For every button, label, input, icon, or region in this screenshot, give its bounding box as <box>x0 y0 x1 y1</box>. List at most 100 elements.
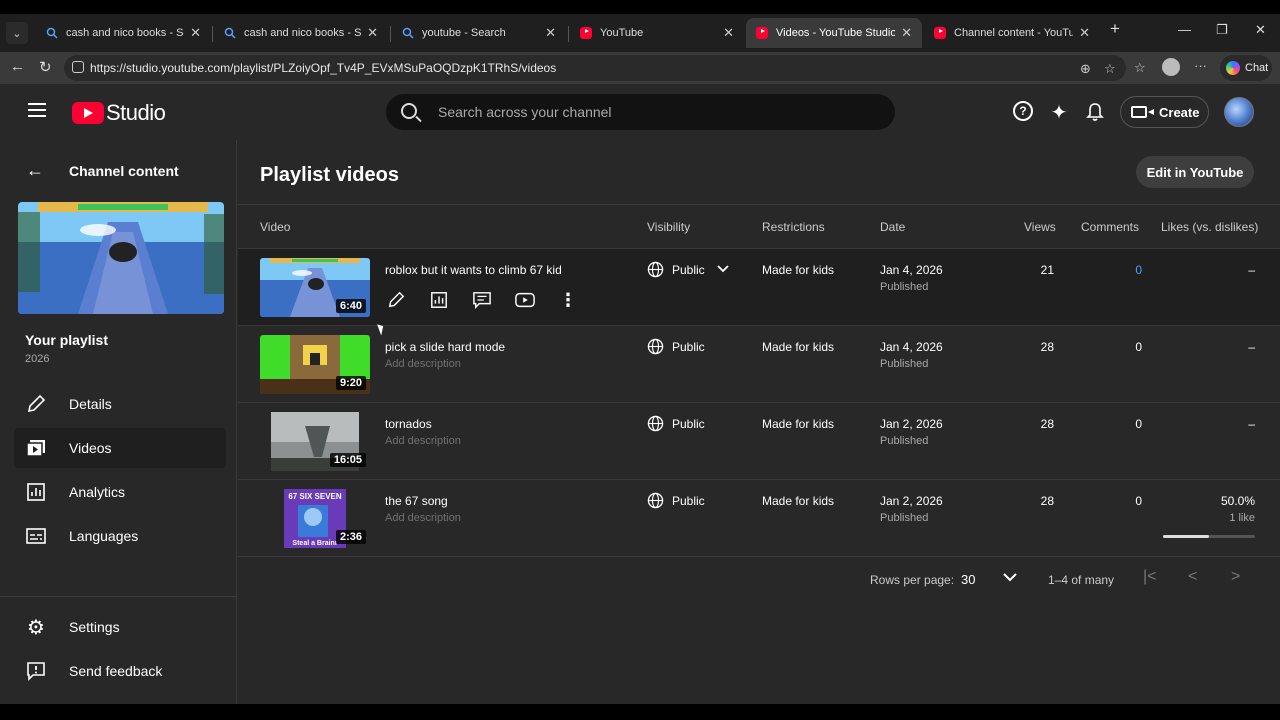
close-icon[interactable]: ✕ <box>723 25 734 41</box>
comments-icon[interactable] <box>471 289 493 311</box>
likes-value: – <box>1248 340 1255 354</box>
avatar[interactable] <box>1224 97 1254 127</box>
browser-tab[interactable]: Channel content - YouTube Studio ✕ <box>924 18 1100 48</box>
tab-actions-menu-icon[interactable]: ⌄ <box>6 22 28 44</box>
next-page-icon[interactable]: > <box>1231 568 1240 586</box>
favorite-star-icon[interactable]: ☆ <box>1104 61 1116 77</box>
video-title[interactable]: tornados <box>385 417 432 431</box>
table-row[interactable]: 16:05 tornados Add description Public Ma… <box>238 403 1280 480</box>
thumbnail-caption-bottom: Steal a Brainr <box>292 540 337 547</box>
menu-icon[interactable] <box>28 103 46 117</box>
help-icon[interactable]: ? <box>1013 101 1033 121</box>
column-header[interactable]: Likes (vs. dislikes) <box>1161 220 1258 234</box>
close-icon[interactable]: ✕ <box>545 25 556 41</box>
video-date-status: Published <box>880 358 929 370</box>
video-date-status: Published <box>880 281 929 293</box>
browser-tab[interactable]: cash and nico books - Search ✕ <box>36 18 211 48</box>
search-icon <box>224 27 236 39</box>
back-to-channel-content[interactable]: ← Channel content <box>26 160 179 181</box>
zoom-icon[interactable]: ⊕ <box>1080 61 1091 77</box>
url-field[interactable]: https://studio.youtube.com/playlist/PLZo… <box>64 55 1126 81</box>
video-description[interactable]: Add description <box>385 358 461 370</box>
video-actions: ⋮ <box>385 289 600 311</box>
comments-count: 0 <box>1135 494 1142 508</box>
views-count: 28 <box>1040 340 1054 354</box>
video-title[interactable]: the 67 song <box>385 494 448 508</box>
visibility-dropdown[interactable]: Public <box>647 261 729 278</box>
tab-label: cash and nico books - Search <box>244 27 362 39</box>
page-range: 1–4 of many <box>1048 573 1115 587</box>
close-icon[interactable]: ✕ <box>367 25 378 41</box>
previous-page-icon[interactable]: < <box>1188 568 1197 586</box>
first-page-icon[interactable]: |< <box>1143 568 1157 586</box>
close-icon[interactable]: ✕ <box>901 25 912 41</box>
site-info-icon[interactable] <box>72 61 84 73</box>
more-options-icon[interactable]: ··· <box>1194 58 1207 73</box>
restore-icon[interactable]: ❐ <box>1216 22 1228 38</box>
create-video-icon <box>1131 106 1154 118</box>
create-button[interactable]: Create <box>1120 96 1209 128</box>
table-row[interactable]: 6:40 roblox but it wants to climb 67 kid… <box>238 249 1280 326</box>
sidebar-item-analytics[interactable]: Analytics <box>14 472 226 512</box>
copilot-chat-button[interactable]: Chat <box>1220 55 1272 81</box>
video-thumbnail[interactable]: 6:40 <box>260 258 370 317</box>
refresh-icon[interactable]: ↻ <box>39 58 52 76</box>
video-thumbnail[interactable]: 67 SIX SEVEN Steal a Brainr 2:36 <box>260 489 370 548</box>
close-icon[interactable]: ✕ <box>1079 25 1090 41</box>
video-title[interactable]: pick a slide hard mode <box>385 340 505 354</box>
playlist-thumbnail[interactable] <box>18 202 224 314</box>
video-duration: 16:05 <box>329 453 366 467</box>
search-input[interactable]: Search across your channel <box>386 94 895 130</box>
sidebar-item-videos[interactable]: Videos <box>14 428 226 468</box>
subtitles-icon <box>26 526 46 546</box>
comments-count[interactable]: 0 <box>1135 263 1142 277</box>
video-duration: 6:40 <box>335 299 366 313</box>
visibility-label: Public <box>672 493 705 508</box>
video-description[interactable]: Add description <box>385 512 461 524</box>
browser-tab-strip: ⌄ cash and nico books - Search ✕ cash an… <box>0 14 1280 52</box>
table-row[interactable]: 9:20 pick a slide hard mode Add descript… <box>238 326 1280 403</box>
close-icon[interactable]: ✕ <box>190 25 201 41</box>
rows-per-page-select[interactable]: 30 <box>961 572 975 587</box>
sidebar-item-settings[interactable]: ⚙ Settings <box>14 607 226 647</box>
video-thumbnail[interactable]: 9:20 <box>260 335 370 394</box>
youtube-play-icon[interactable] <box>514 289 536 311</box>
edit-in-youtube-button[interactable]: Edit in YouTube <box>1136 156 1254 188</box>
browser-tab[interactable]: youtube - Search ✕ <box>392 18 566 48</box>
video-date: Jan 2, 2026 <box>880 417 943 431</box>
minimize-icon[interactable]: — <box>1178 22 1191 37</box>
likes-value: – <box>1248 263 1255 277</box>
column-header[interactable]: Comments <box>1081 220 1139 234</box>
more-vert-icon[interactable]: ⋮ <box>557 289 579 311</box>
sidebar-item-send-feedback[interactable]: Send feedback <box>14 651 226 691</box>
video-date-status: Published <box>880 435 929 447</box>
favorites-icon[interactable]: ☆ <box>1134 60 1146 76</box>
visibility: Public <box>647 338 705 355</box>
column-header[interactable]: Date <box>880 220 905 234</box>
likes-value: – <box>1248 417 1255 431</box>
studio-logo[interactable]: Studio <box>72 100 166 126</box>
video-title[interactable]: roblox but it wants to climb 67 kid <box>385 263 562 277</box>
browser-tab[interactable]: YouTube ✕ <box>570 18 744 48</box>
chevron-down-icon[interactable] <box>1003 569 1017 585</box>
close-window-icon[interactable]: ✕ <box>1255 22 1266 38</box>
table-row[interactable]: 67 SIX SEVEN Steal a Brainr 2:36 the 67 s… <box>238 480 1280 557</box>
video-description[interactable]: Add description <box>385 435 461 447</box>
new-tab-icon[interactable]: + <box>1110 19 1120 39</box>
bell-icon[interactable] <box>1084 101 1106 123</box>
back-icon[interactable]: ← <box>10 58 25 75</box>
analytics-icon[interactable] <box>428 289 450 311</box>
sparkle-icon[interactable]: ✦ <box>1048 101 1070 124</box>
profile-icon[interactable] <box>1162 58 1180 76</box>
pencil-icon[interactable] <box>385 289 407 311</box>
browser-tab-active[interactable]: Videos - YouTube Studio ✕ <box>746 18 922 48</box>
views-count: 21 <box>1040 263 1054 277</box>
search-icon <box>46 27 58 39</box>
browser-tab[interactable]: cash and nico books - Search ✕ <box>214 18 388 48</box>
sidebar-item-languages[interactable]: Languages <box>14 516 226 556</box>
video-thumbnail[interactable]: 16:05 <box>260 412 370 471</box>
search-icon <box>401 103 417 119</box>
sidebar-item-details[interactable]: Details <box>14 384 226 424</box>
column-header[interactable]: Views <box>1024 220 1056 234</box>
logo-text: Studio <box>106 100 166 125</box>
